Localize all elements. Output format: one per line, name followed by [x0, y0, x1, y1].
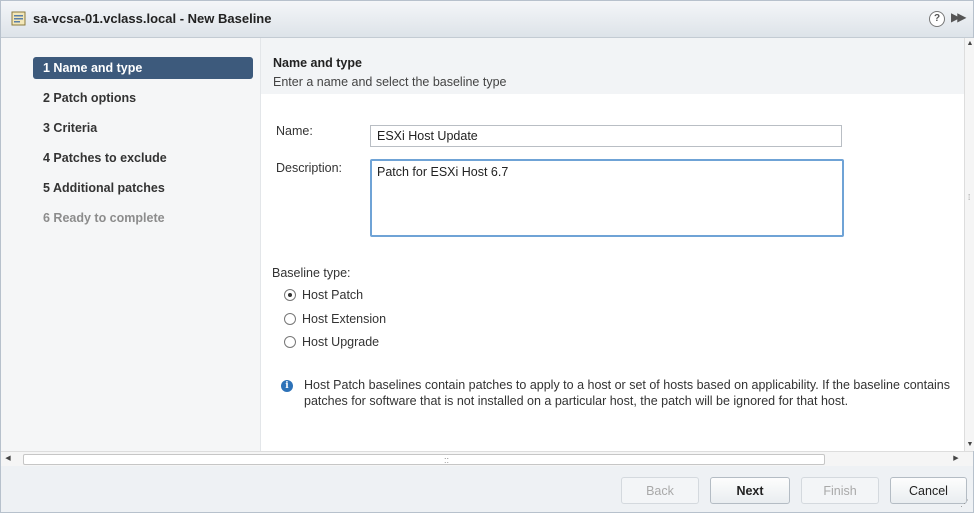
vertical-scrollbar[interactable]: ▲ ⁞ ▼ [964, 38, 974, 451]
step-header: Name and type Enter a name and select th… [261, 38, 964, 94]
scroll-up-arrow-icon[interactable]: ▲ [965, 38, 974, 50]
wizard-steps-nav: 1 Name and type 2 Patch options 3 Criter… [1, 38, 261, 451]
back-button[interactable]: Back [621, 477, 699, 504]
resize-grip-icon[interactable]: ⋰ [960, 498, 972, 510]
scroll-grip-icon[interactable]: ⁞ [968, 193, 970, 202]
info-icon: i [281, 380, 293, 392]
radio-button-checked[interactable] [284, 289, 296, 301]
radio-label: Host Patch [302, 288, 364, 302]
name-field[interactable] [370, 125, 842, 147]
step-criteria[interactable]: 3 Criteria [33, 117, 97, 139]
description-label: Description: [276, 161, 342, 175]
scroll-down-arrow-icon[interactable]: ▼ [965, 439, 974, 451]
page-subtitle: Enter a name and select the baseline typ… [273, 75, 507, 89]
dialog-title: sa-vcsa-01.vclass.local - New Baseline [33, 11, 272, 26]
radio-button[interactable] [284, 313, 296, 325]
dialog-footer: Back Next Finish Cancel [1, 466, 973, 512]
page-title: Name and type [273, 56, 362, 70]
baseline-type-label: Baseline type: [272, 266, 351, 280]
step-name-and-type[interactable]: 1 Name and type [33, 57, 253, 79]
step-ready-to-complete: 6 Ready to complete [43, 211, 165, 225]
step-additional-patches[interactable]: 5 Additional patches [33, 177, 165, 199]
scroll-grip-icon: :: [444, 455, 450, 465]
horizontal-scroll-thumb[interactable]: :: [23, 454, 825, 465]
step-content: Name and type Enter a name and select th… [261, 38, 964, 451]
radio-label: Host Upgrade [302, 335, 380, 349]
radio-host-upgrade[interactable]: Host Upgrade [284, 333, 379, 351]
new-baseline-dialog: sa-vcsa-01.vclass.local - New Baseline ?… [0, 0, 974, 513]
name-label: Name: [276, 124, 313, 138]
help-icon[interactable]: ? [929, 11, 945, 27]
radio-host-extension[interactable]: Host Extension [284, 310, 386, 328]
scroll-left-arrow-icon[interactable]: ◀ [1, 452, 15, 466]
info-message: Host Patch baselines contain patches to … [304, 378, 950, 408]
finish-button[interactable]: Finish [801, 477, 879, 504]
radio-button[interactable] [284, 336, 296, 348]
next-button[interactable]: Next [710, 477, 790, 504]
horizontal-scrollbar[interactable]: ◀ :: ▶ [1, 451, 973, 467]
radio-host-patch[interactable]: Host Patch [284, 286, 363, 304]
cancel-button[interactable]: Cancel [890, 477, 967, 504]
radio-label: Host Extension [302, 312, 387, 326]
description-field[interactable]: Patch for ESXi Host 6.7 [370, 159, 844, 237]
title-bar[interactable]: sa-vcsa-01.vclass.local - New Baseline ?… [1, 1, 973, 38]
step-patch-options[interactable]: 2 Patch options [33, 87, 136, 109]
baseline-icon [11, 11, 26, 26]
step-patches-to-exclude[interactable]: 4 Patches to exclude [33, 147, 167, 169]
scroll-right-arrow-icon[interactable]: ▶ [949, 452, 963, 466]
expand-icon[interactable]: ▶▶ [951, 10, 967, 24]
